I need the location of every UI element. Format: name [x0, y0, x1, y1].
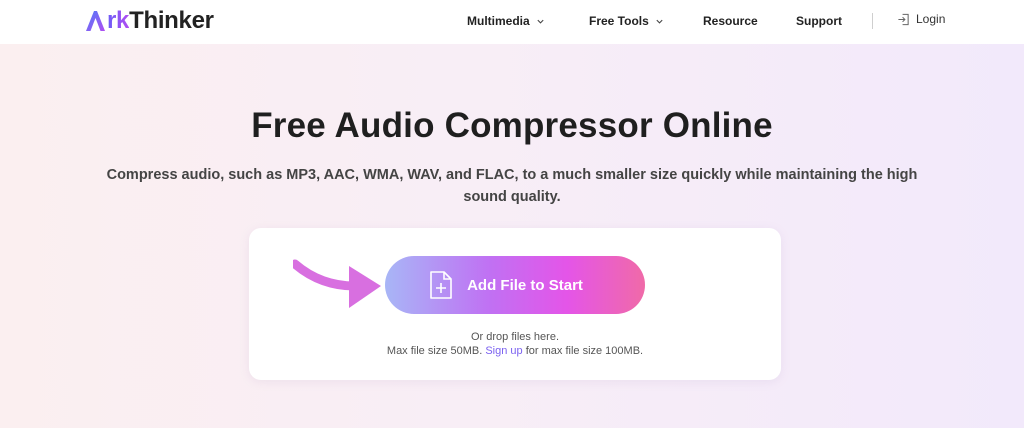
- page-subtitle: Compress audio, such as MP3, AAC, WMA, W…: [106, 167, 918, 205]
- add-file-label: Add File to Start: [467, 276, 583, 294]
- nav-divider: [872, 13, 873, 29]
- arkthinker-logo-icon: [86, 11, 105, 31]
- login-link[interactable]: Login: [897, 12, 945, 26]
- file-size-limit: Max file size 50MB. Sign up for max file…: [249, 344, 781, 358]
- nav-item-free-tools[interactable]: Free Tools: [589, 14, 664, 28]
- nav-item-multimedia[interactable]: Multimedia: [467, 14, 545, 28]
- drop-files-hint: Or drop files here.: [470, 331, 560, 343]
- hero-section: Free Audio Compressor Online Compress au…: [0, 44, 1024, 428]
- chevron-down-icon: [656, 19, 663, 24]
- add-file-button[interactable]: Add File to Start: [385, 256, 645, 314]
- login-icon: [898, 13, 909, 25]
- pointing-arrow-icon: [293, 259, 381, 308]
- sign-up-link[interactable]: Sign up: [485, 345, 522, 357]
- nav-item-support[interactable]: Support: [796, 14, 842, 28]
- site-header: rk Thinker Multimedia Free Tools Resource…: [0, 0, 1024, 44]
- nav-item-resource[interactable]: Resource: [703, 14, 758, 28]
- nav-item-label: Support: [796, 14, 842, 28]
- nav-item-label: Resource: [703, 14, 758, 28]
- chevron-down-icon: [537, 19, 544, 24]
- brand-name-accent: rk: [107, 7, 130, 34]
- page-title: Free Audio Compressor Online: [251, 106, 773, 145]
- brand-name-rest: Thinker: [129, 7, 214, 34]
- limit-prefix: Max file size 50MB.: [386, 345, 483, 357]
- login-label: Login: [916, 12, 946, 26]
- upload-card[interactable]: Add File to Start Or drop files here. Ma…: [249, 228, 781, 380]
- brand-logo[interactable]: rk Thinker: [84, 7, 214, 35]
- limit-suffix: for max file size 100MB.: [525, 345, 644, 357]
- nav-item-label: Multimedia: [467, 14, 530, 28]
- add-file-icon: [430, 271, 452, 299]
- nav-item-label: Free Tools: [589, 14, 649, 28]
